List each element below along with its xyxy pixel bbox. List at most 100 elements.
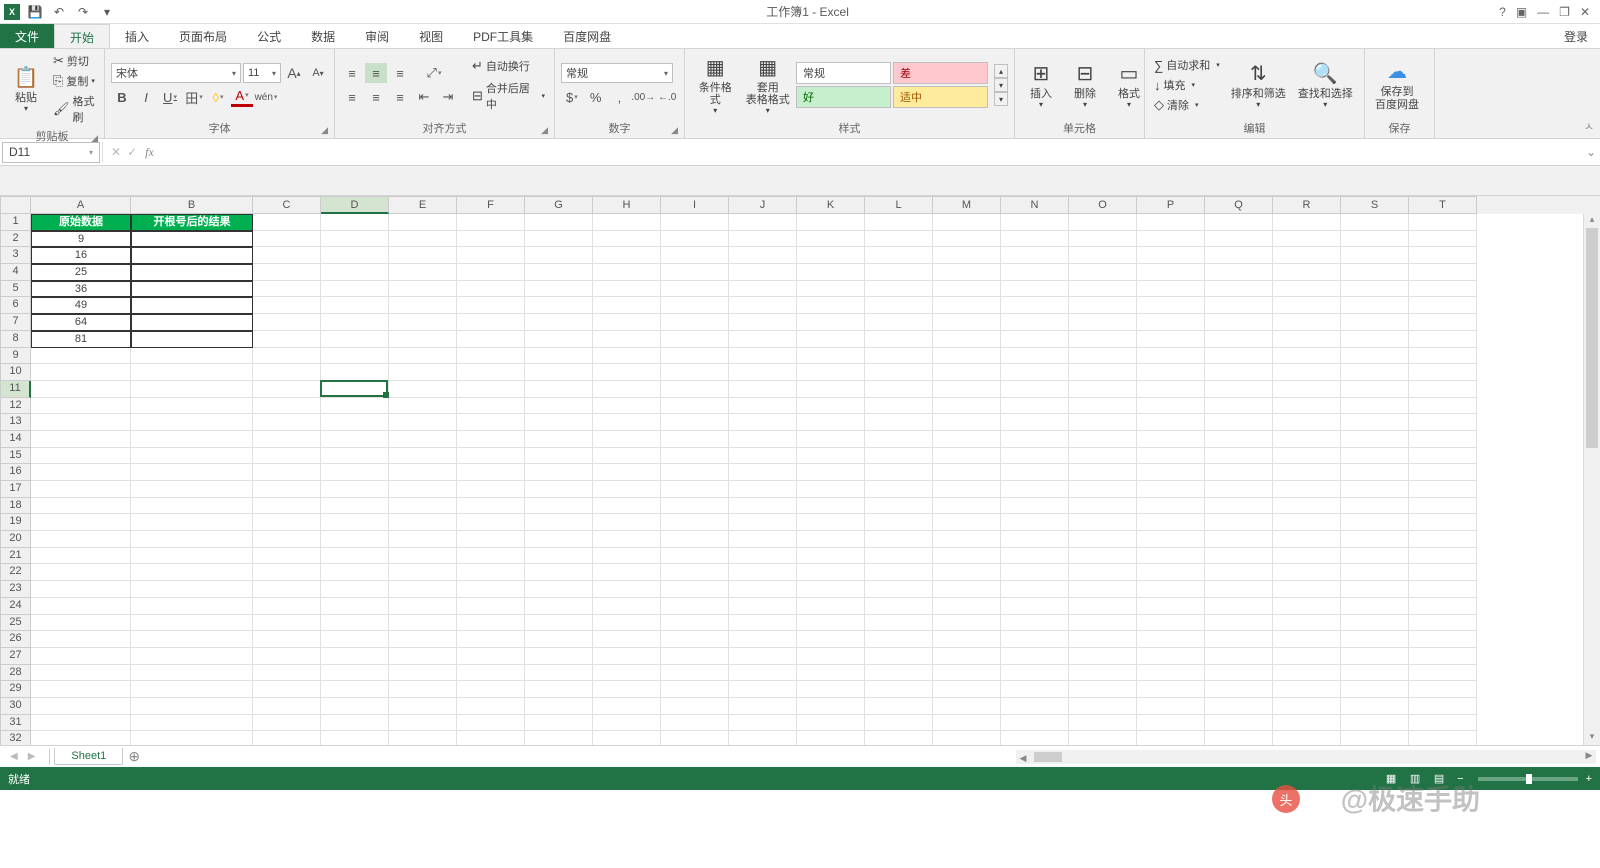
increase-indent-icon[interactable]: ⇥	[437, 87, 459, 107]
cell[interactable]	[1137, 631, 1205, 648]
cell[interactable]	[321, 448, 389, 465]
normal-view-icon[interactable]: ▦	[1380, 770, 1402, 788]
cell[interactable]	[1409, 581, 1477, 598]
cell[interactable]	[797, 297, 865, 314]
cell[interactable]	[131, 731, 253, 745]
cell[interactable]	[131, 431, 253, 448]
cell[interactable]	[1205, 631, 1273, 648]
align-right-icon[interactable]: ≡	[389, 87, 411, 107]
cell[interactable]	[593, 331, 661, 348]
percent-format-icon[interactable]: %	[585, 87, 607, 107]
cell[interactable]	[1341, 548, 1409, 565]
cell[interactable]	[1409, 514, 1477, 531]
cell[interactable]	[525, 431, 593, 448]
style-scroll-up-icon[interactable]: ▴	[994, 64, 1008, 78]
cell[interactable]	[1137, 681, 1205, 698]
cell[interactable]	[1205, 448, 1273, 465]
cell[interactable]	[31, 381, 131, 398]
cell[interactable]	[1137, 398, 1205, 415]
cell[interactable]	[1409, 381, 1477, 398]
tab-百度网盘[interactable]: 百度网盘	[548, 24, 626, 48]
cell[interactable]	[1409, 464, 1477, 481]
cell[interactable]	[525, 698, 593, 715]
cell[interactable]	[1069, 498, 1137, 515]
row-header[interactable]: 26	[0, 631, 31, 648]
cell[interactable]	[1137, 264, 1205, 281]
cell[interactable]	[321, 615, 389, 632]
row-header[interactable]: 12	[0, 398, 31, 415]
cell[interactable]	[593, 665, 661, 682]
cell[interactable]	[661, 398, 729, 415]
cell[interactable]	[729, 414, 797, 431]
cell[interactable]	[253, 581, 321, 598]
cell[interactable]	[389, 731, 457, 745]
cell[interactable]	[1069, 665, 1137, 682]
cell[interactable]	[1205, 548, 1273, 565]
cell[interactable]	[1341, 615, 1409, 632]
column-header-L[interactable]: L	[865, 196, 933, 214]
cell[interactable]	[1205, 297, 1273, 314]
cell[interactable]: 36	[31, 281, 131, 298]
cell[interactable]	[1409, 531, 1477, 548]
cell[interactable]	[1409, 431, 1477, 448]
cell[interactable]	[253, 364, 321, 381]
cell[interactable]	[389, 264, 457, 281]
cell[interactable]: 9	[31, 231, 131, 248]
cell[interactable]	[389, 398, 457, 415]
cell[interactable]	[1137, 615, 1205, 632]
column-header-A[interactable]: A	[31, 196, 131, 214]
cell[interactable]	[933, 698, 1001, 715]
cell[interactable]	[1273, 297, 1341, 314]
cell[interactable]	[1205, 531, 1273, 548]
cell[interactable]	[457, 431, 525, 448]
cell[interactable]	[933, 431, 1001, 448]
cell[interactable]	[1069, 281, 1137, 298]
column-header-E[interactable]: E	[389, 196, 457, 214]
row-header[interactable]: 19	[0, 514, 31, 531]
phonetic-button[interactable]: wén	[255, 87, 277, 107]
cell[interactable]	[1069, 431, 1137, 448]
undo-icon[interactable]: ↶	[50, 3, 68, 21]
zoom-out-icon[interactable]: −	[1457, 773, 1463, 785]
cell[interactable]	[321, 548, 389, 565]
row-header[interactable]: 25	[0, 615, 31, 632]
cell[interactable]	[457, 548, 525, 565]
cell[interactable]	[797, 281, 865, 298]
cell[interactable]	[865, 348, 933, 365]
cell[interactable]	[593, 564, 661, 581]
cell[interactable]	[1001, 314, 1069, 331]
cell[interactable]	[593, 431, 661, 448]
style-scroll-more-icon[interactable]: ▾	[994, 92, 1008, 106]
cell[interactable]	[31, 698, 131, 715]
cell[interactable]	[131, 481, 253, 498]
cell[interactable]: 49	[31, 297, 131, 314]
cell[interactable]	[525, 531, 593, 548]
alignment-launcher-icon[interactable]: ◢	[541, 125, 548, 136]
cell[interactable]	[1205, 581, 1273, 598]
column-header-S[interactable]: S	[1341, 196, 1409, 214]
cell[interactable]: 16	[31, 247, 131, 264]
maximize-icon[interactable]: ❐	[1559, 5, 1570, 19]
row-header[interactable]: 22	[0, 564, 31, 581]
cell[interactable]	[131, 364, 253, 381]
cell[interactable]	[253, 264, 321, 281]
cell[interactable]	[933, 514, 1001, 531]
cell[interactable]	[729, 665, 797, 682]
cell[interactable]	[1341, 297, 1409, 314]
cell[interactable]	[797, 615, 865, 632]
cell[interactable]	[1205, 481, 1273, 498]
cell[interactable]	[31, 648, 131, 665]
cell[interactable]	[933, 448, 1001, 465]
cell[interactable]	[457, 214, 525, 231]
number-format-combo[interactable]: 常规	[561, 63, 673, 83]
cell[interactable]	[1069, 598, 1137, 615]
cell[interactable]	[31, 598, 131, 615]
column-header-Q[interactable]: Q	[1205, 196, 1273, 214]
cell[interactable]	[1137, 481, 1205, 498]
cell[interactable]	[389, 514, 457, 531]
cell[interactable]	[131, 297, 253, 314]
row-header[interactable]: 1	[0, 214, 31, 231]
cell[interactable]	[321, 381, 389, 398]
orientation-icon[interactable]: ⤢	[423, 63, 445, 83]
cell[interactable]	[1137, 414, 1205, 431]
